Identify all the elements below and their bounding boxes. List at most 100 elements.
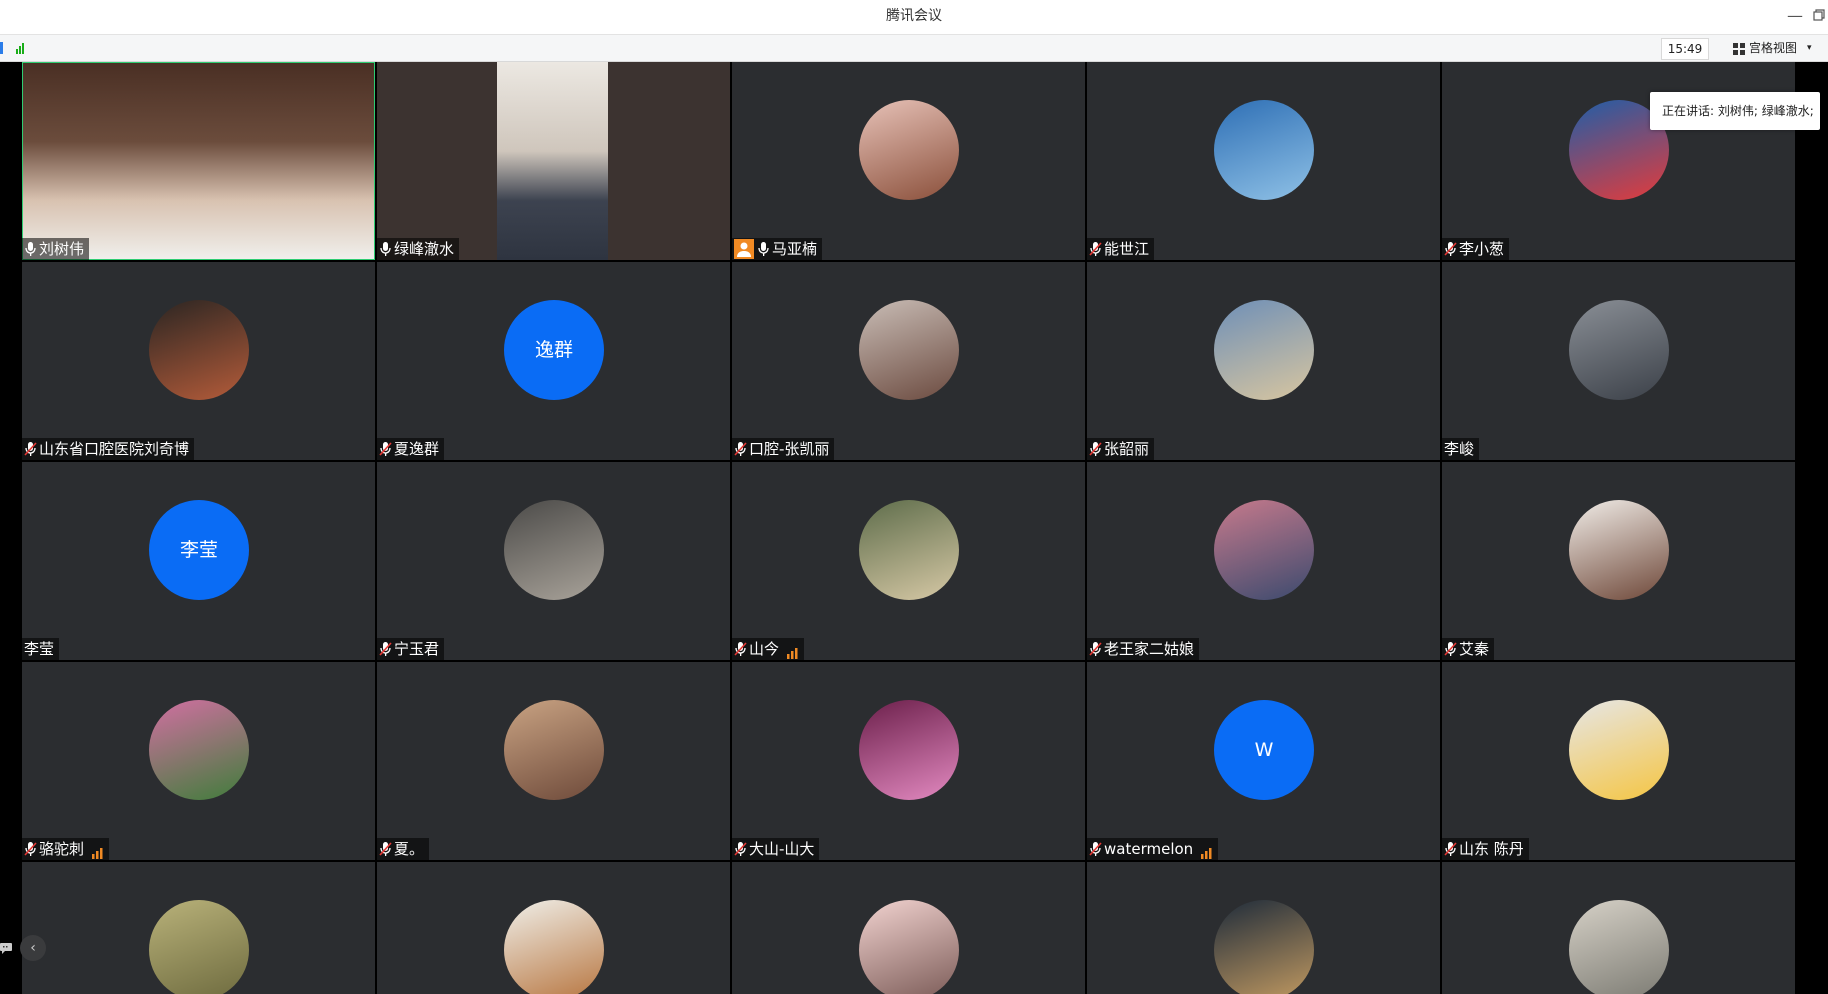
participant-name: 能世江 [1104, 240, 1150, 258]
participant-tile[interactable]: Wwatermelon [1087, 662, 1440, 860]
view-mode-label: 宫格视图 [1749, 41, 1798, 55]
participant-name: 山今 [749, 640, 780, 658]
participant-avatar [1214, 900, 1314, 994]
participant-nameplate: 夏逸群 [377, 438, 445, 460]
participant-avatar: 李莹 [149, 500, 249, 600]
participant-avatar: W [1214, 700, 1314, 800]
participant-nameplate: 李莹 [22, 638, 60, 660]
collapse-panel-button[interactable]: ‹ [20, 935, 46, 961]
participant-tile[interactable]: 李峻 [1442, 262, 1795, 460]
participant-name: 绿峰澈水 [394, 240, 455, 258]
participant-avatar [859, 700, 959, 800]
participant-tile[interactable]: 口腔-张凯丽 [732, 262, 1085, 460]
participant-name: 李小葱 [1459, 240, 1505, 258]
participant-tile[interactable]: 宁玉君 [377, 462, 730, 660]
participant-tile[interactable]: 张韶丽 [1087, 262, 1440, 460]
grid-view-icon [1733, 43, 1745, 55]
participant-nameplate: 大山-山大 [732, 838, 820, 860]
participant-avatar [149, 900, 249, 994]
participant-avatar [859, 300, 959, 400]
participant-name: 山东省口腔医院刘奇博 [39, 440, 190, 458]
mic-muted-icon [1089, 841, 1102, 857]
participant-tile[interactable] [1087, 862, 1440, 994]
participant-nameplate: 李峻 [1442, 438, 1480, 460]
participant-nameplate: 绿峰澈水 [377, 238, 460, 260]
mic-muted-icon [1444, 241, 1457, 257]
participant-tile[interactable]: 能世江 [1087, 62, 1440, 260]
chat-icon[interactable] [0, 940, 12, 954]
mic-muted-icon [1444, 641, 1457, 657]
host-icon [734, 239, 754, 259]
mic-muted-icon [24, 441, 37, 457]
participant-name: 大山-山大 [749, 840, 815, 858]
mic-muted-icon [734, 641, 747, 657]
mic-muted-icon [24, 841, 37, 857]
participant-avatar [1214, 100, 1314, 200]
participant-tile[interactable]: 逸群夏逸群 [377, 262, 730, 460]
participant-name: 张韶丽 [1104, 440, 1150, 458]
mic-muted-icon [379, 441, 392, 457]
participant-tile[interactable]: 山东省口腔医院刘奇博 [22, 262, 375, 460]
participant-name: 刘树伟 [39, 240, 85, 258]
participant-avatar [1569, 900, 1669, 994]
participant-nameplate: 骆驼刺 [22, 838, 110, 860]
participant-avatar [859, 100, 959, 200]
participant-tile[interactable]: 夏。 [377, 662, 730, 860]
participant-avatar [1569, 500, 1669, 600]
participant-tile[interactable]: 刘树伟 [22, 62, 375, 260]
mic-icon [379, 241, 392, 257]
view-mode-button[interactable]: 宫格视图 ▾ [1725, 38, 1821, 58]
participant-avatar [504, 500, 604, 600]
participant-tile[interactable]: 老王家二姑娘 [1087, 462, 1440, 660]
mic-muted-icon [1089, 241, 1102, 257]
participant-tile[interactable] [377, 862, 730, 994]
participant-tile[interactable]: 艾秦 [1442, 462, 1795, 660]
network-signal-icon[interactable] [0, 39, 26, 57]
participant-tile[interactable]: 山今 [732, 462, 1085, 660]
participant-avatar [504, 900, 604, 994]
meeting-clock: 15:49 [1661, 38, 1709, 60]
network-signal-icon [1201, 843, 1213, 859]
mic-icon [24, 241, 37, 257]
mic-muted-icon [379, 641, 392, 657]
participant-nameplate: 宁玉君 [377, 638, 445, 660]
minimize-icon[interactable]: — [1782, 4, 1808, 28]
participant-name: 夏。 [394, 840, 425, 858]
participant-tile[interactable]: 马亚楠 [732, 62, 1085, 260]
participant-video [377, 62, 730, 260]
participant-avatar: 逸群 [504, 300, 604, 400]
participant-name: 口腔-张凯丽 [749, 440, 830, 458]
participant-name: 李峻 [1444, 440, 1475, 458]
participant-name: 李莹 [24, 640, 55, 658]
network-signal-icon [92, 843, 104, 859]
mic-muted-icon [1444, 841, 1457, 857]
participant-video [22, 62, 375, 260]
participant-name: 马亚楠 [772, 240, 818, 258]
participant-tile[interactable]: 李莹 李莹 [22, 462, 375, 660]
title-bar: 腾讯会议 — [0, 0, 1828, 35]
participant-tile[interactable]: 山东 陈丹 [1442, 662, 1795, 860]
meeting-toolbar: 15:49 宫格视图 ▾ [0, 35, 1828, 62]
video-frame [497, 62, 608, 260]
participant-tile[interactable] [22, 862, 375, 994]
speaking-indicator: 正在讲话: 刘树伟; 绿峰澈水; [1650, 92, 1820, 130]
participant-tile[interactable] [732, 862, 1085, 994]
network-signal-icon [787, 643, 799, 659]
participant-avatar [149, 700, 249, 800]
participant-avatar [149, 300, 249, 400]
participant-name: 艾秦 [1459, 640, 1490, 658]
participant-avatar [1214, 300, 1314, 400]
participant-tile[interactable]: 骆驼刺 [22, 662, 375, 860]
participant-name: 老王家二姑娘 [1104, 640, 1195, 658]
participant-name: watermelon [1104, 840, 1194, 858]
participant-nameplate: 张韶丽 [1087, 438, 1155, 460]
participant-nameplate: 山东省口腔医院刘奇博 [22, 438, 195, 460]
participant-avatar [504, 700, 604, 800]
participant-nameplate: 山今 [732, 638, 805, 660]
participant-name: 夏逸群 [394, 440, 440, 458]
restore-icon[interactable] [1806, 4, 1828, 28]
participant-tile[interactable]: 绿峰澈水 [377, 62, 730, 260]
participant-tile[interactable]: 大山-山大 [732, 662, 1085, 860]
mic-muted-icon [1089, 441, 1102, 457]
participant-tile[interactable] [1442, 862, 1795, 994]
